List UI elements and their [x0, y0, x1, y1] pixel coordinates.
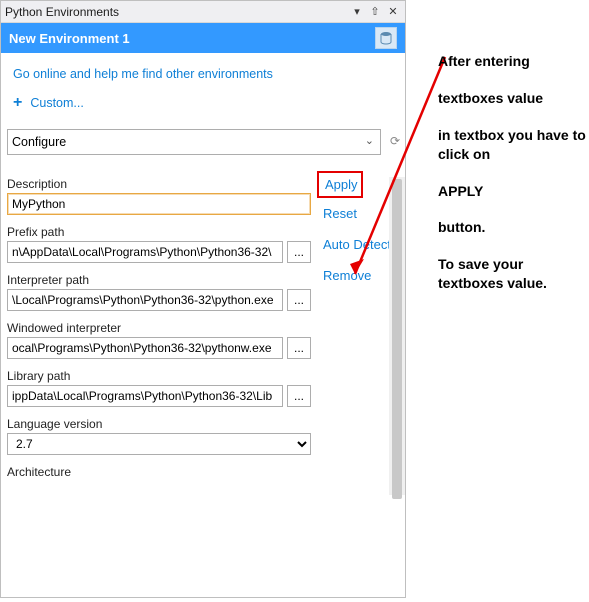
windowed-browse-button[interactable]: ... — [287, 337, 311, 359]
library-input[interactable] — [7, 385, 283, 407]
architecture-label: Architecture — [7, 465, 311, 479]
interpreter-label: Interpreter path — [7, 273, 311, 287]
auto-detect-button[interactable]: Auto Detect — [323, 237, 399, 252]
description-label: Description — [7, 177, 311, 191]
library-label: Library path — [7, 369, 311, 383]
reset-button[interactable]: Reset — [323, 206, 399, 221]
pin-icon[interactable]: ⇧ — [367, 4, 383, 20]
prefix-browse-button[interactable]: ... — [287, 241, 311, 263]
interpreter-input[interactable] — [7, 289, 283, 311]
plus-icon: + — [13, 95, 22, 111]
windowed-label: Windowed interpreter — [7, 321, 311, 335]
interpreter-browse-button[interactable]: ... — [287, 289, 311, 311]
apply-button[interactable]: Apply — [317, 171, 363, 198]
windowed-input[interactable] — [7, 337, 283, 359]
window-title: Python Environments — [5, 5, 347, 19]
custom-link-label: Custom... — [30, 96, 84, 110]
scroll-thumb[interactable] — [392, 179, 402, 499]
prefix-input[interactable] — [7, 241, 283, 263]
prefix-label: Prefix path — [7, 225, 311, 239]
dropdown-icon[interactable]: ▾ — [349, 4, 365, 20]
database-icon[interactable] — [375, 27, 397, 49]
close-icon[interactable]: ✕ — [385, 4, 401, 20]
environment-name: New Environment 1 — [9, 31, 375, 46]
language-label: Language version — [7, 417, 311, 431]
library-browse-button[interactable]: ... — [287, 385, 311, 407]
scrollbar[interactable] — [389, 177, 405, 495]
mode-select[interactable]: Configure — [8, 130, 380, 154]
mode-dropdown[interactable]: Configure ⌄ — [7, 129, 381, 155]
description-input[interactable] — [7, 193, 311, 215]
language-select[interactable]: 2.7 — [7, 433, 311, 455]
remove-button[interactable]: Remove — [323, 268, 399, 283]
annotation-text: After entering textboxes value in textbo… — [438, 52, 589, 311]
refresh-icon[interactable]: ⟳ — [385, 129, 405, 153]
custom-link[interactable]: + Custom... — [1, 91, 405, 129]
online-help-link[interactable]: Go online and help me find other environ… — [1, 53, 405, 91]
